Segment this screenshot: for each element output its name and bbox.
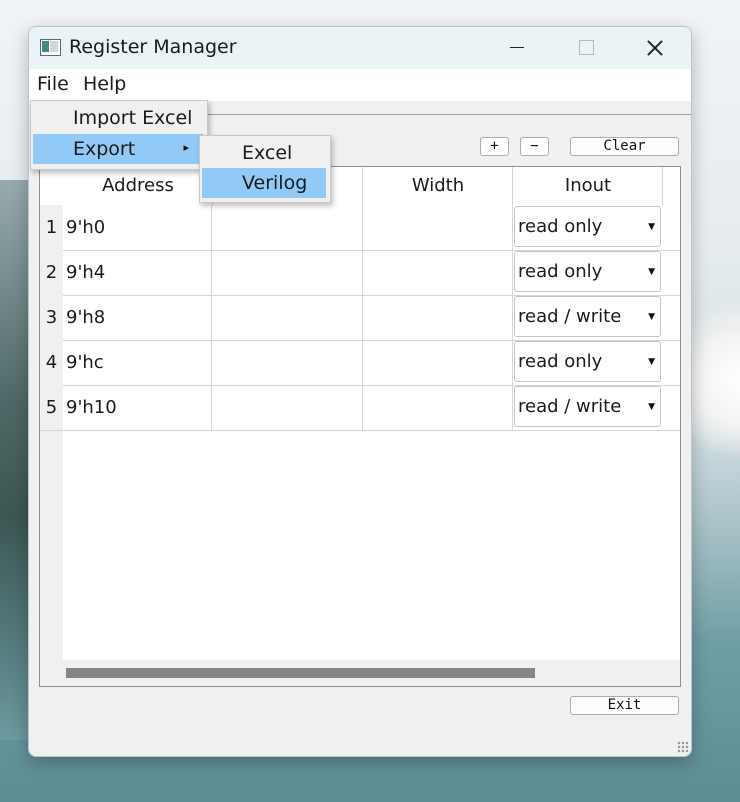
width-cell[interactable] [363, 250, 513, 295]
address-cell[interactable]: 9'h0 [63, 205, 212, 250]
title-bar[interactable]: Register Manager [29, 27, 691, 69]
inout-value: read only [518, 216, 603, 237]
name-cell[interactable] [213, 295, 363, 340]
menu-item-label: Export [73, 138, 136, 160]
exit-button[interactable]: Exit [570, 696, 679, 715]
header-divider [662, 167, 663, 205]
column-header-inout[interactable]: Inout [513, 175, 663, 196]
name-cell[interactable] [213, 340, 363, 385]
column-header-width[interactable]: Width [363, 175, 513, 196]
table-row: 2 9'h4 read only ▼ [40, 250, 680, 296]
menu-item-label: Excel [242, 142, 293, 164]
maximize-icon[interactable] [562, 27, 608, 69]
width-cell[interactable] [363, 340, 513, 385]
width-cell[interactable] [363, 205, 513, 250]
add-row-button[interactable]: + [480, 137, 509, 156]
row-number[interactable]: 1 [40, 205, 63, 250]
menu-item-label: Verilog [242, 172, 308, 194]
inout-select[interactable]: read / write ▼ [514, 386, 661, 427]
dropdown-arrow-icon: ▼ [648, 222, 655, 232]
size-grip-icon[interactable] [677, 741, 689, 753]
row-number[interactable]: 3 [40, 295, 63, 340]
address-cell[interactable]: 9'h4 [63, 250, 212, 295]
inout-value: read / write [518, 306, 622, 327]
inout-select[interactable]: read / write ▼ [514, 296, 661, 337]
dropdown-arrow-icon: ▼ [648, 402, 655, 412]
submenu-arrow-icon: ▸ [183, 141, 189, 154]
menu-item-import-excel[interactable]: Import Excel [33, 103, 203, 133]
menu-item-export[interactable]: Export ▸ [33, 134, 203, 164]
menu-bar: File Help [29, 69, 691, 101]
menu-item-verilog[interactable]: Verilog [202, 168, 326, 198]
column-header-address[interactable]: Address [63, 175, 213, 196]
address-cell[interactable]: 9'hc [63, 340, 212, 385]
minimize-icon[interactable] [493, 27, 539, 69]
inout-select[interactable]: read only ▼ [514, 251, 661, 292]
row-number[interactable]: 5 [40, 385, 63, 430]
clear-button[interactable]: Clear [570, 137, 679, 156]
table-row: 3 9'h8 read / write ▼ [40, 295, 680, 341]
inout-value: read / write [518, 396, 622, 417]
table-row: 5 9'h10 read / write ▼ [40, 385, 680, 431]
window-title: Register Manager [69, 36, 237, 58]
app-icon [40, 39, 61, 56]
row-number[interactable]: 4 [40, 340, 63, 385]
dropdown-arrow-icon: ▼ [648, 357, 655, 367]
dropdown-arrow-icon: ▼ [648, 312, 655, 322]
scrollbar-thumb[interactable] [66, 668, 535, 678]
inout-value: read only [518, 261, 603, 282]
width-cell[interactable] [363, 295, 513, 340]
wallpaper-right [690, 280, 740, 480]
remove-row-button[interactable]: − [520, 137, 549, 156]
row-number[interactable]: 2 [40, 250, 63, 295]
header-divider [362, 167, 363, 205]
horizontal-scrollbar[interactable] [63, 660, 680, 686]
menu-item-label: Import Excel [73, 107, 193, 129]
column-header-row: Address Name Width Inout [40, 167, 680, 205]
inout-select[interactable]: read only ▼ [514, 341, 661, 382]
table-row: 4 9'hc read only ▼ [40, 340, 680, 386]
name-cell[interactable] [213, 205, 363, 250]
menu-item-excel[interactable]: Excel [202, 138, 326, 168]
inout-value: read only [518, 351, 603, 372]
close-icon[interactable] [631, 27, 677, 69]
width-cell[interactable] [363, 385, 513, 430]
address-cell[interactable]: 9'h8 [63, 295, 212, 340]
menu-help[interactable]: Help [83, 73, 126, 95]
name-cell[interactable] [213, 385, 363, 430]
name-cell[interactable] [213, 250, 363, 295]
inout-select[interactable]: read only ▼ [514, 206, 661, 247]
file-menu-popup: Import Excel Export ▸ [30, 100, 208, 170]
register-table: Address Name Width Inout 1 9'h0 read onl… [39, 166, 681, 687]
address-cell[interactable]: 9'h10 [63, 385, 212, 430]
table-row: 1 9'h0 read only ▼ [40, 205, 680, 251]
menu-file[interactable]: File [37, 73, 69, 95]
header-divider [512, 167, 513, 205]
dropdown-arrow-icon: ▼ [648, 267, 655, 277]
export-submenu-popup: Excel Verilog [199, 135, 331, 203]
